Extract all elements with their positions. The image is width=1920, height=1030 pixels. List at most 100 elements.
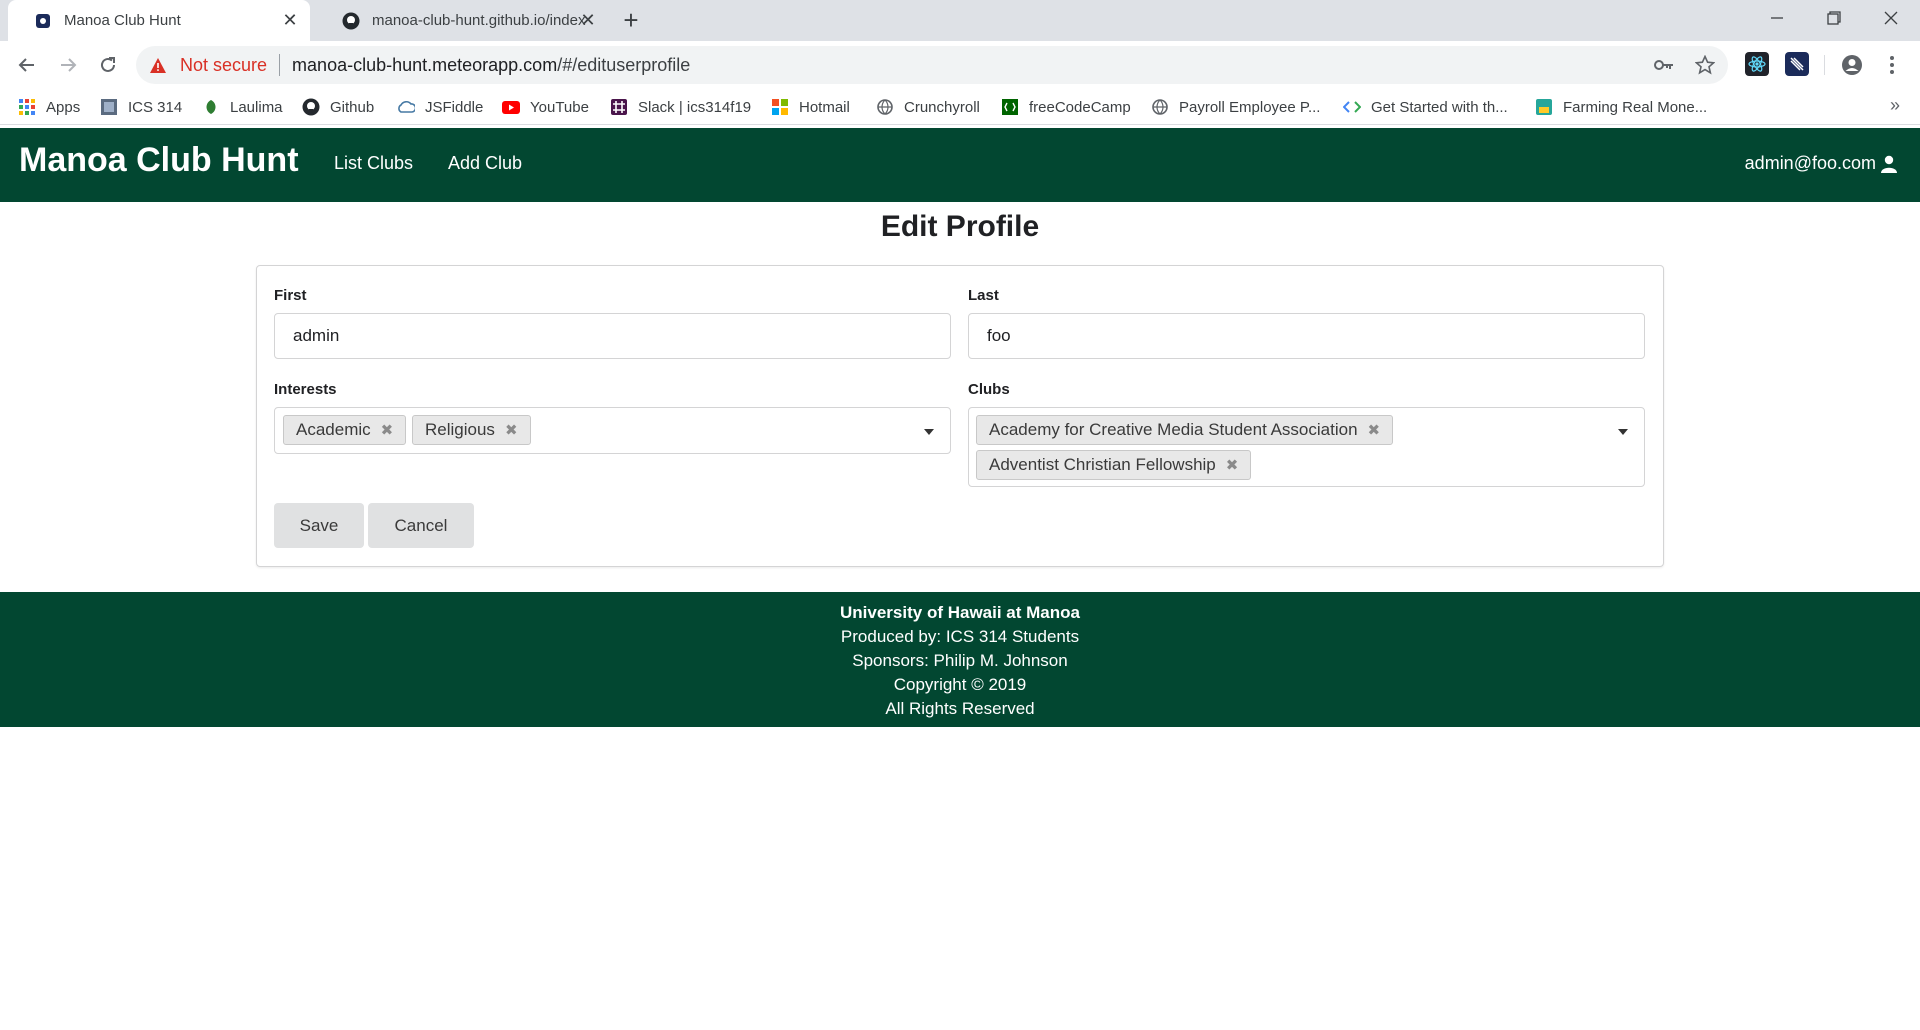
- last-name-input[interactable]: foo: [968, 313, 1645, 359]
- chip-label: Academy for Creative Media Student Assoc…: [989, 420, 1358, 439]
- reload-icon[interactable]: [92, 49, 124, 81]
- dropdown-caret-icon[interactable]: [924, 429, 934, 435]
- bookmark-github[interactable]: Github: [302, 95, 374, 119]
- footer-rights: All Rights Reserved: [885, 699, 1035, 718]
- url-text[interactable]: manoa-club-hunt.meteorapp.com/#/edituser…: [292, 55, 690, 76]
- page-title: Edit Profile: [880, 210, 1040, 243]
- close-window-icon[interactable]: [1862, 0, 1920, 36]
- url-path: /#/edituserprofile: [557, 54, 691, 75]
- tab-title: manoa-club-hunt.github.io/index: [372, 12, 586, 29]
- bookmark-laulima[interactable]: Laulima: [202, 95, 283, 119]
- security-label[interactable]: Not secure: [180, 55, 267, 76]
- tab-manoa-club-hunt[interactable]: Manoa Club Hunt ✕: [8, 0, 310, 41]
- last-label: Last: [968, 287, 999, 304]
- bookmark-label: Farming Real Mone...: [1563, 98, 1708, 116]
- club-chip[interactable]: Academy for Creative Media Student Assoc…: [976, 415, 1394, 445]
- bookmark-freecodecamp[interactable]: freeCodeCamp: [1001, 95, 1131, 119]
- brand-logo[interactable]: Manoa Club Hunt: [19, 141, 299, 180]
- divider: [279, 54, 281, 76]
- new-tab-icon[interactable]: +: [616, 5, 646, 35]
- chip-label: Adventist Christian Fellowship: [989, 455, 1216, 474]
- star-icon[interactable]: [1693, 53, 1717, 77]
- key-icon[interactable]: [1652, 53, 1676, 77]
- bookmark-label: JSFiddle: [425, 98, 484, 116]
- footer: University of Hawaii at Manoa Produced b…: [0, 592, 1920, 727]
- bookmarks-overflow-icon[interactable]: »: [1890, 95, 1900, 116]
- dropdown-caret-icon[interactable]: [1618, 429, 1628, 435]
- toolbar-divider: [1824, 55, 1825, 75]
- address-bar[interactable]: Not secure manoa-club-hunt.meteorapp.com…: [136, 46, 1728, 84]
- tab-github[interactable]: manoa-club-hunt.github.io/index ✕: [316, 0, 608, 41]
- club-chip[interactable]: Adventist Christian Fellowship ✖: [976, 450, 1252, 480]
- first-name-input[interactable]: admin: [274, 313, 951, 359]
- bookmark-label: Github: [330, 98, 375, 116]
- user-menu[interactable]: admin@foo.com: [1745, 153, 1898, 174]
- remove-chip-icon[interactable]: ✖: [505, 421, 518, 439]
- clubs-label: Clubs: [968, 381, 1010, 398]
- footer-org: University of Hawaii at Manoa: [840, 603, 1080, 622]
- bookmark-crunchyroll[interactable]: Crunchyroll: [876, 95, 980, 119]
- youtube-icon: [502, 98, 520, 116]
- remove-chip-icon[interactable]: ✖: [1226, 456, 1239, 474]
- tab-strip: Manoa Club Hunt ✕ manoa-club-hunt.github…: [0, 0, 1920, 41]
- bookmark-label: Hotmail: [799, 98, 850, 116]
- jsfiddle-icon: [397, 98, 415, 116]
- meteor-devtools-icon[interactable]: [1785, 52, 1809, 76]
- interests-label: Interests: [274, 381, 337, 398]
- forward-arrow-icon[interactable]: [52, 49, 84, 81]
- warning-triangle-icon: [150, 57, 166, 73]
- nav-list-clubs[interactable]: List Clubs: [334, 153, 413, 174]
- interests-multiselect[interactable]: Academic ✖ Religious ✖: [274, 407, 951, 454]
- bookmark-slack[interactable]: Slack | ics314f19: [610, 95, 751, 119]
- account-avatar-icon[interactable]: [1840, 53, 1864, 77]
- remove-chip-icon[interactable]: ✖: [1368, 421, 1381, 439]
- clubs-multiselect[interactable]: Academy for Creative Media Student Assoc…: [968, 407, 1645, 487]
- bookmark-farming[interactable]: Farming Real Mone...: [1535, 95, 1707, 119]
- bookmark-label: Crunchyroll: [904, 98, 980, 116]
- bookmark-ics-314[interactable]: ICS 314: [100, 95, 182, 119]
- globe-icon: [1151, 98, 1169, 116]
- chip-label: Religious: [425, 420, 495, 439]
- bookmark-get-started[interactable]: Get Started with th...: [1343, 95, 1508, 119]
- back-arrow-icon[interactable]: [11, 49, 43, 81]
- nav-add-club[interactable]: Add Club: [448, 153, 522, 174]
- url-host: manoa-club-hunt.meteorapp.com: [292, 54, 558, 75]
- bookmark-label: YouTube: [530, 98, 589, 116]
- apps-grid-icon: [18, 98, 36, 116]
- bookmark-payroll[interactable]: Payroll Employee P...: [1151, 95, 1320, 119]
- freecodecamp-icon: [1001, 98, 1019, 116]
- bookmark-apps[interactable]: Apps: [18, 95, 80, 119]
- minimize-icon[interactable]: [1748, 0, 1806, 36]
- bookmark-label: Apps: [46, 98, 81, 116]
- footer-produced: Produced by: ICS 314 Students: [840, 627, 1080, 646]
- code-icon: [1343, 98, 1361, 116]
- farm-icon: [1535, 98, 1553, 116]
- bookmark-label: freeCodeCamp: [1029, 98, 1131, 116]
- bookmark-hotmail[interactable]: Hotmail: [771, 95, 850, 119]
- remove-chip-icon[interactable]: ✖: [381, 421, 394, 439]
- ics-icon: [100, 98, 118, 116]
- close-tab-icon[interactable]: ✕: [578, 10, 598, 30]
- footer-copyright: Copyright © 2019: [893, 675, 1027, 694]
- globe-icon: [876, 98, 894, 116]
- restore-icon[interactable]: [1805, 0, 1863, 36]
- github-icon: [302, 98, 320, 116]
- react-devtools-icon[interactable]: [1745, 52, 1769, 76]
- bookmark-label: Get Started with th...: [1371, 98, 1508, 116]
- microsoft-icon: [771, 98, 789, 116]
- bookmarks-bar: Apps ICS 314 Laulima Github JSFiddle You…: [0, 89, 1920, 125]
- bookmark-label: Slack | ics314f19: [638, 98, 752, 116]
- tab-title: Manoa Club Hunt: [64, 12, 181, 29]
- bookmark-label: ICS 314: [128, 98, 183, 116]
- kebab-menu-icon[interactable]: [1880, 53, 1904, 77]
- first-label: First: [274, 287, 307, 304]
- bookmark-jsfiddle[interactable]: JSFiddle: [397, 95, 483, 119]
- bookmark-youtube[interactable]: YouTube: [502, 95, 589, 119]
- chip-label: Academic: [296, 420, 371, 439]
- bookmark-label: Payroll Employee P...: [1179, 98, 1321, 116]
- interest-chip[interactable]: Academic ✖: [283, 415, 407, 445]
- interest-chip[interactable]: Religious ✖: [412, 415, 531, 445]
- close-tab-icon[interactable]: ✕: [280, 10, 300, 30]
- cancel-button[interactable]: Cancel: [368, 503, 474, 548]
- save-button[interactable]: Save: [274, 503, 364, 548]
